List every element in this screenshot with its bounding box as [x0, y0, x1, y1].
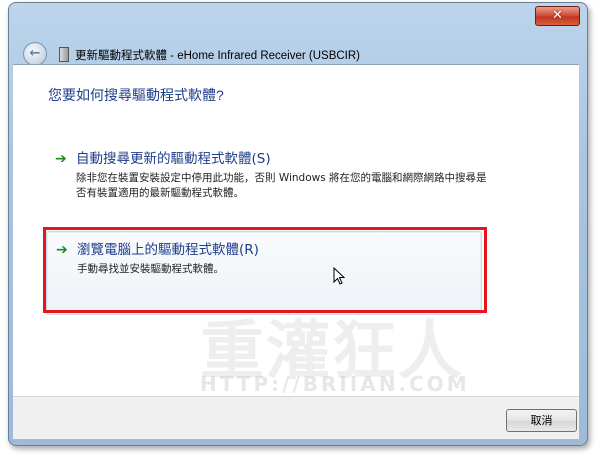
title-nav-bar: ← 更新驅動程式軟體 - eHome Infrared Receiver (US… [13, 35, 581, 67]
back-arrow-icon: ← [29, 46, 41, 61]
window-title: 更新驅動程式軟體 - eHome Infrared Receiver (USBC… [75, 50, 360, 62]
cancel-button[interactable]: 取消 [506, 409, 577, 432]
option-auto-search[interactable]: ➔ 自動搜尋更新的驅動程式軟體(S) 除非您在裝置安裝設定中停用此功能，否則 W… [46, 141, 524, 207]
option-title: 自動搜尋更新的驅動程式軟體(S) [76, 151, 271, 167]
option-description: 除非您在裝置安裝設定中停用此功能，否則 Windows 將在您的電腦和網際網路中… [76, 172, 487, 199]
green-arrow-icon: ➔ [55, 151, 67, 167]
close-icon: ✕ [552, 8, 563, 23]
back-button[interactable]: ← [23, 42, 47, 66]
dialog-footer: 取消 [13, 396, 579, 439]
mouse-cursor-icon [333, 267, 345, 285]
close-button[interactable]: ✕ [535, 6, 580, 26]
red-highlight-annotation [43, 227, 487, 313]
device-driver-icon [59, 47, 69, 62]
page-heading: 您要如何搜尋驅動程式軟體? [48, 87, 224, 103]
